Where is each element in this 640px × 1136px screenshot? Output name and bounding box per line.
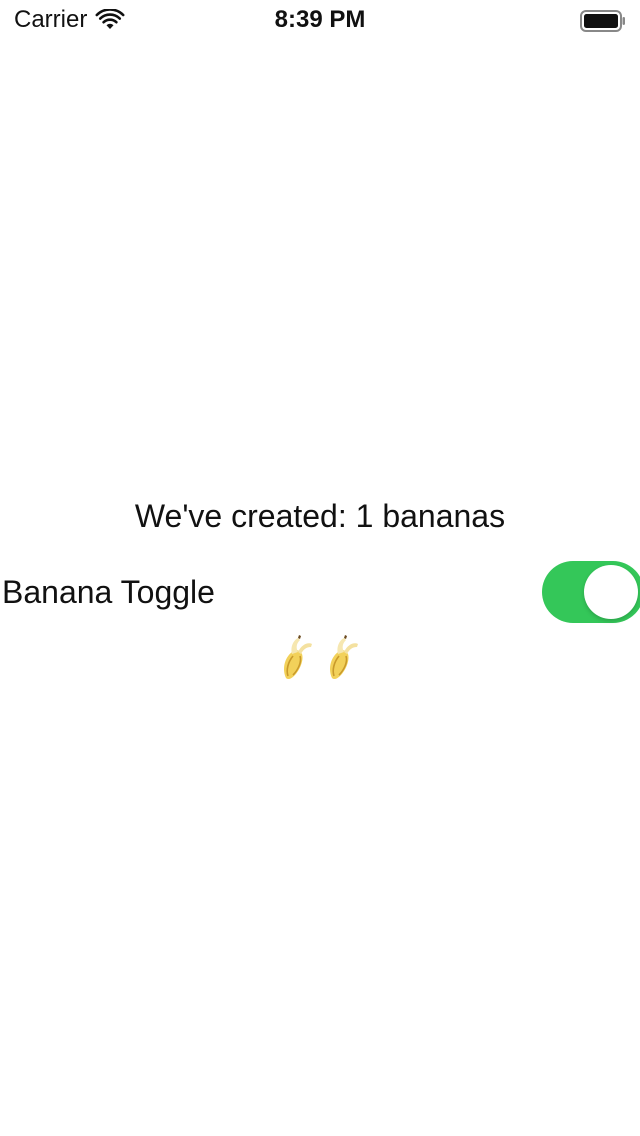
banana-icon	[284, 635, 312, 680]
battery-icon	[580, 10, 625, 32]
banana-toggle-switch[interactable]	[542, 561, 640, 623]
toggle-knob	[584, 565, 638, 619]
status-time: 8:39 PM	[274, 6, 366, 33]
banana-icon	[330, 635, 358, 680]
bananas-row	[0, 634, 640, 682]
banana-toggle-label: Banana Toggle	[2, 574, 215, 610]
status-bar: Carrier 8:39 PM	[0, 0, 640, 40]
created-count-label: We've created: 1 bananas	[134, 498, 506, 534]
banana-toggle-row: Banana Toggle	[0, 560, 640, 624]
